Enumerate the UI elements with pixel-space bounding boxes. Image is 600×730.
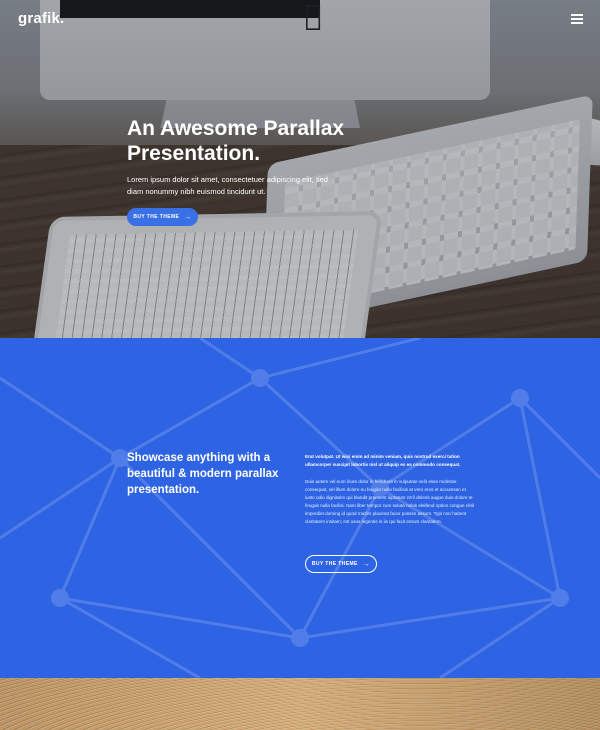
hero-buy-theme-button[interactable]: Buy the theme →: [127, 208, 198, 226]
arrow-right-icon: →: [184, 213, 192, 221]
showcase-buy-theme-button[interactable]: Buy the theme →: [305, 555, 377, 573]
hero-description: Lorem ipsum dolor sit amet, consectetuer…: [127, 175, 328, 196]
hero-overlay: [0, 0, 600, 338]
hero-button-label: Buy the theme: [133, 214, 180, 220]
wood-texture-section: [0, 678, 600, 730]
showcase-section: Showcase anything with a beautiful & mod…: [0, 338, 600, 678]
wood-texture-image: [0, 678, 600, 730]
showcase-body-text: Duis autem vel eum iriure dolor in hendr…: [305, 479, 475, 524]
hero-section:  grafik. An Awesome Parallax Presentati…: [0, 0, 600, 338]
hero-title: An Awesome Parallax Presentation.: [127, 117, 345, 165]
site-logo[interactable]: grafik.: [18, 10, 64, 27]
showcase-title: Showcase anything with a beautiful & mod…: [127, 452, 279, 496]
showcase-button-label: Buy the theme: [311, 561, 358, 567]
hamburger-menu-icon[interactable]: [571, 14, 583, 24]
geometric-pattern-background: [0, 338, 600, 678]
showcase-lead-text: Erat volutpat. Ut wisi enim ad minim ven…: [305, 454, 461, 467]
arrow-right-icon: →: [362, 560, 371, 568]
